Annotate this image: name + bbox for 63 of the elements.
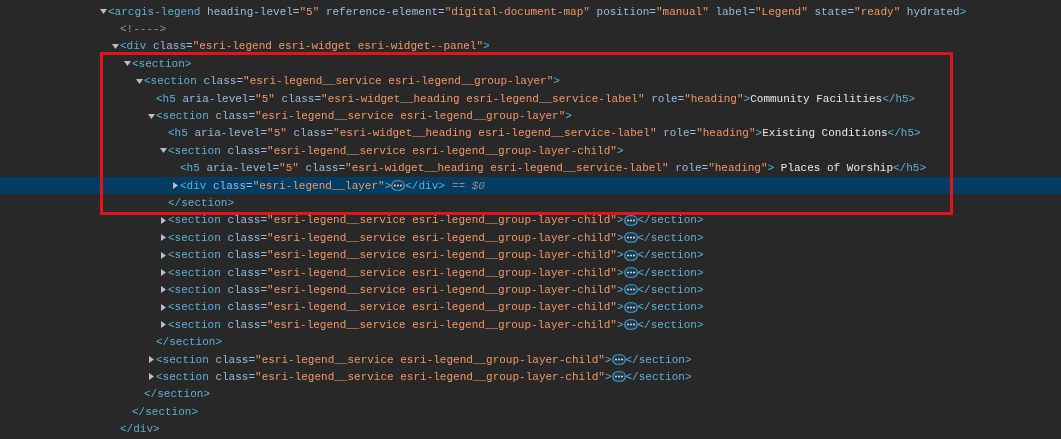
closing-tag[interactable]: </section>: [637, 231, 704, 244]
expand-toggle-icon[interactable]: [100, 8, 107, 16]
expand-toggle-icon[interactable]: [160, 269, 167, 277]
code-line[interactable]: <h5 aria-level="5" class="esri-widget__heading esri-legend__service-label" role="heading">Existing Conditions</h5>: [168, 127, 921, 140]
ellipsis-icon[interactable]: [623, 319, 638, 331]
closing-tag[interactable]: </div>: [405, 179, 445, 192]
ellipsis-icon[interactable]: [623, 284, 638, 296]
console-reference: == $0: [451, 179, 485, 192]
ellipsis-icon[interactable]: [611, 371, 626, 383]
code-line[interactable]: <h5 aria-level="5" class="esri-widget__heading esri-legend__service-label" role="heading">Community Facilities</h5>: [156, 92, 916, 105]
closing-tag[interactable]: </section>: [637, 301, 704, 314]
closing-tag[interactable]: </section>: [168, 197, 234, 209]
closing-tag[interactable]: </section>: [625, 353, 692, 366]
ellipsis-icon[interactable]: [623, 301, 638, 313]
ellipsis-icon[interactable]: [623, 232, 638, 244]
ellipsis-icon[interactable]: [623, 267, 638, 279]
opening-tag[interactable]: <section>: [132, 57, 192, 70]
closing-tag[interactable]: </section>: [637, 266, 704, 279]
opening-tag[interactable]: <section class="esri-legend__service esri-legend__group-layer-child">: [168, 249, 624, 262]
closing-tag[interactable]: </section>: [637, 283, 704, 296]
expand-toggle-icon[interactable]: [148, 112, 155, 120]
closing-tag[interactable]: </section>: [144, 388, 210, 401]
expand-toggle-icon[interactable]: [160, 286, 167, 294]
opening-tag[interactable]: <div class="esri-legend__layer">: [180, 179, 392, 192]
opening-tag[interactable]: <section class="esri-legend__service esri-legend__group-layer-child">: [156, 370, 612, 383]
selected-row[interactable]: <div class="esri-legend__layer"> </div> == $0: [0, 176, 1061, 195]
closing-tag[interactable]: </section>: [637, 249, 704, 262]
expand-toggle-icon[interactable]: [124, 60, 131, 68]
closing-tag[interactable]: </section>: [637, 318, 704, 331]
expand-toggle-icon[interactable]: [148, 373, 155, 381]
expand-toggle-icon[interactable]: [148, 356, 155, 363]
expand-toggle-icon[interactable]: [160, 234, 167, 242]
opening-tag[interactable]: <section class="esri-legend__service esri-legend__group-layer-child">: [168, 214, 624, 227]
ellipsis-icon[interactable]: [611, 354, 626, 365]
expand-toggle-icon[interactable]: [160, 303, 167, 311]
expand-toggle-icon[interactable]: [160, 147, 167, 155]
closing-tag[interactable]: </div>: [120, 423, 160, 436]
expand-toggle-icon[interactable]: [112, 42, 119, 50]
opening-tag[interactable]: <section class="esri-legend__service esri-legend__group-layer">: [156, 110, 572, 123]
opening-tag[interactable]: <arcgis-legend heading-level="5" reference-element="digital-document-map" position="manual" label="Legend" state="ready" hydrated>: [108, 5, 967, 18]
opening-tag[interactable]: <section class="esri-legend__service esri-legend__group-layer">: [144, 75, 560, 88]
opening-tag[interactable]: <section class="esri-legend__service esri-legend__group-layer-child">: [168, 318, 624, 331]
comment-node[interactable]: <!---->: [120, 23, 167, 36]
closing-tag[interactable]: </section>: [132, 405, 198, 418]
ellipsis-icon[interactable]: [623, 214, 638, 226]
opening-tag[interactable]: <section class="esri-legend__service esri-legend__group-layer-child">: [168, 231, 624, 244]
opening-tag[interactable]: <section class="esri-legend__service esri-legend__group-layer-child">: [168, 301, 624, 314]
opening-tag[interactable]: <section class="esri-legend__service esri-legend__group-layer-child">: [168, 144, 624, 157]
expand-toggle-icon[interactable]: [136, 77, 143, 85]
expand-toggle-icon[interactable]: [160, 216, 167, 224]
code-line[interactable]: <h5 aria-level="5" class="esri-widget__heading esri-legend__service-label" role="heading"> Places of Worship</h5>: [180, 162, 927, 175]
opening-tag[interactable]: <section class="esri-legend__service esri-legend__group-layer-child">: [168, 266, 624, 279]
closing-tag[interactable]: </section>: [156, 336, 222, 349]
closing-tag[interactable]: </section>: [637, 214, 704, 227]
opening-tag[interactable]: <section class="esri-legend__service esri-legend__group-layer-child">: [156, 353, 612, 366]
ellipsis-icon[interactable]: [391, 180, 406, 192]
ellipsis-icon[interactable]: [623, 249, 638, 261]
opening-tag[interactable]: <div class="esri-legend esri-widget esri-widget--panel">: [120, 40, 490, 53]
expand-toggle-icon[interactable]: [160, 251, 167, 259]
expand-toggle-icon[interactable]: [160, 321, 167, 329]
opening-tag[interactable]: <section class="esri-legend__service esri-legend__group-layer-child">: [168, 283, 624, 296]
expand-toggle-icon[interactable]: [172, 182, 179, 190]
closing-tag[interactable]: </section>: [625, 370, 692, 383]
